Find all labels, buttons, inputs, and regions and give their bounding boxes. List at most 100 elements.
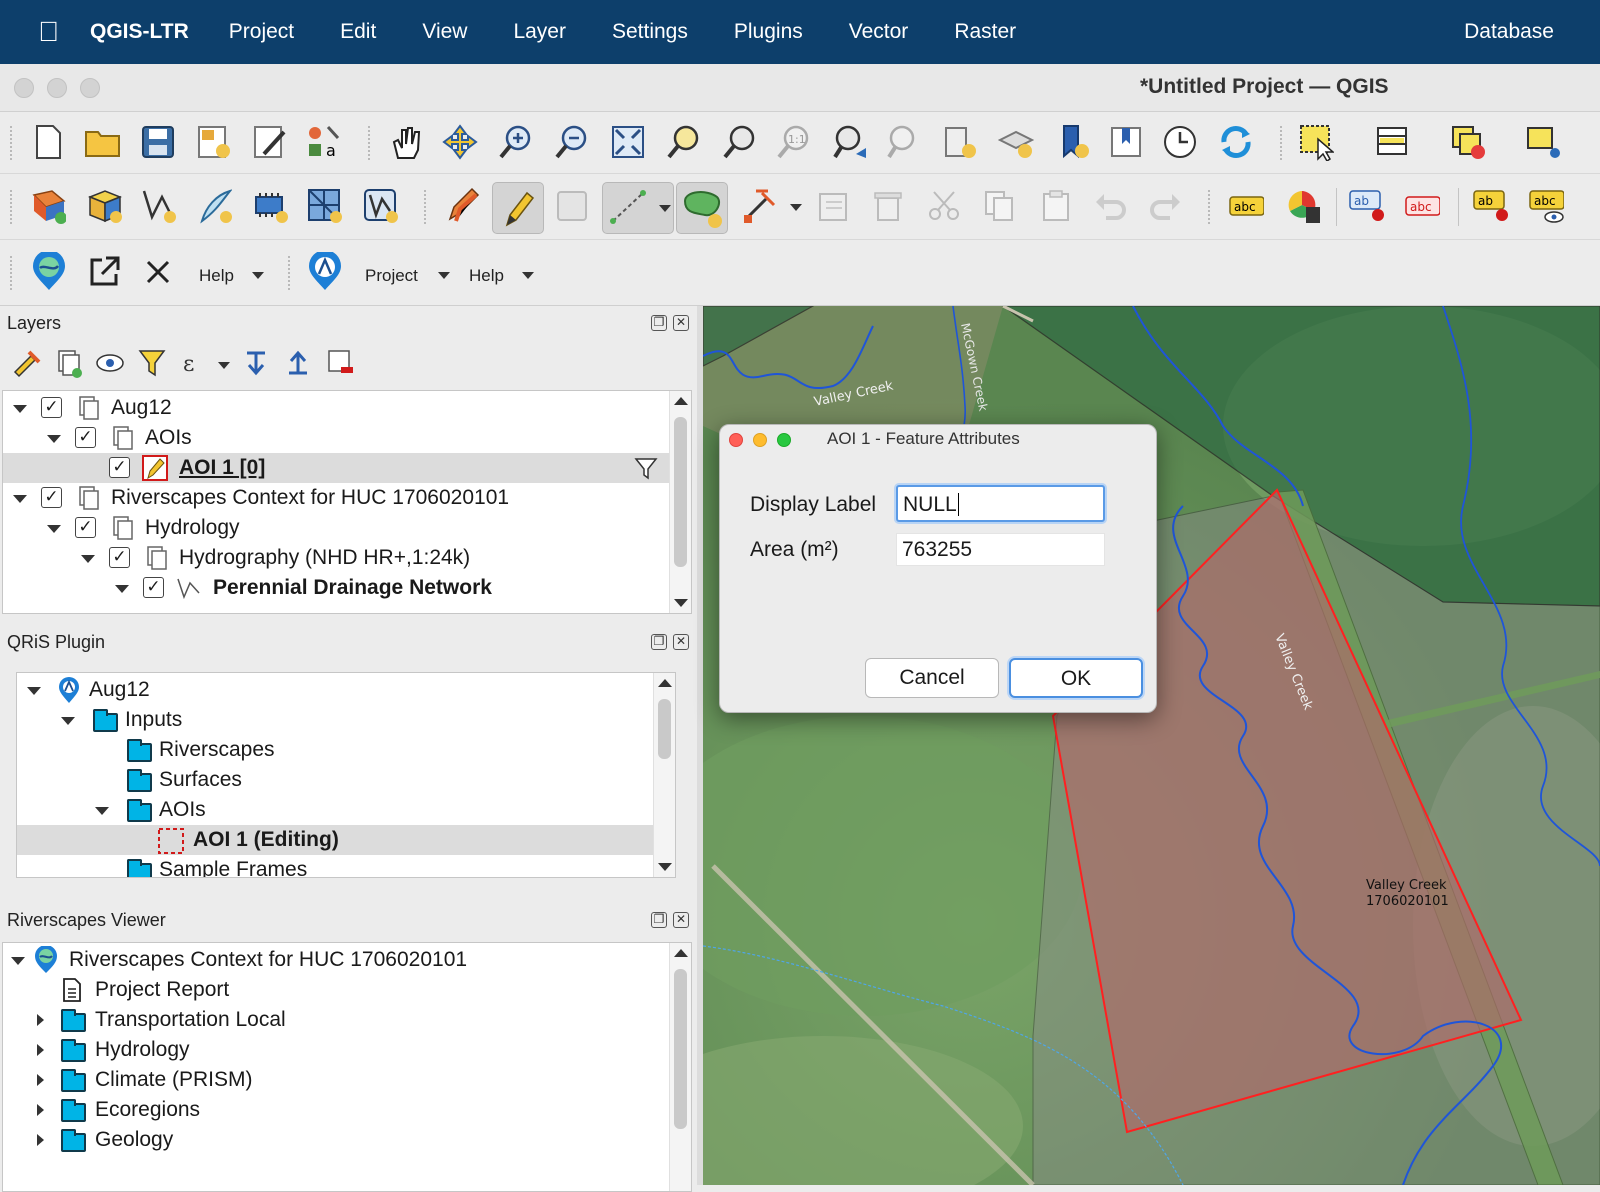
riverscapes-viewer-icon[interactable] bbox=[30, 252, 66, 290]
qris-help-menu-button[interactable]: Help bbox=[469, 266, 504, 286]
riverscapes-transportation[interactable]: Transportation Local bbox=[3, 1005, 691, 1035]
layer-group-aug12[interactable]: ✓ Aug12 bbox=[3, 393, 691, 423]
pin-unpin-labels-icon[interactable]: abc bbox=[1404, 188, 1440, 224]
collapse-arrow-icon[interactable] bbox=[27, 687, 41, 695]
open-external-icon[interactable] bbox=[86, 254, 122, 290]
layer-group-riverscapes-context[interactable]: ✓ Riverscapes Context for HUC 1706020101 bbox=[3, 483, 691, 513]
app-menu[interactable]: QGIS-LTR bbox=[90, 20, 189, 44]
zoom-in-icon[interactable] bbox=[498, 124, 534, 160]
new-mesh-layer-icon[interactable] bbox=[306, 188, 342, 224]
dialog-close-button[interactable] bbox=[729, 433, 743, 447]
layers-scrollbar[interactable] bbox=[669, 391, 691, 613]
menu-database[interactable]: Database bbox=[1464, 20, 1554, 44]
qris-surfaces[interactable]: Surfaces bbox=[17, 765, 675, 795]
layout-manager-icon[interactable] bbox=[252, 124, 288, 160]
cancel-button[interactable]: Cancel bbox=[865, 658, 999, 698]
filter-by-expression-icon[interactable]: ε bbox=[178, 346, 210, 380]
collapse-arrow-icon[interactable] bbox=[81, 555, 95, 563]
layer-visibility-checkbox[interactable]: ✓ bbox=[41, 487, 62, 508]
riverscapes-geology[interactable]: Geology bbox=[3, 1125, 691, 1155]
menu-project[interactable]: Project bbox=[229, 20, 294, 44]
zoom-full-icon[interactable] bbox=[610, 124, 646, 160]
scroll-up-icon[interactable] bbox=[658, 679, 672, 687]
temporal-controller-icon[interactable] bbox=[1162, 124, 1198, 160]
move-label-icon[interactable]: ab bbox=[1472, 188, 1508, 224]
digitize-with-segment-button[interactable] bbox=[602, 182, 674, 234]
show-spatial-bookmarks-icon[interactable] bbox=[1108, 124, 1144, 160]
toolbar-grip[interactable] bbox=[1208, 190, 1212, 224]
remove-layer-icon[interactable] bbox=[324, 346, 356, 380]
collapse-arrow-icon[interactable] bbox=[13, 495, 27, 503]
vertex-tool-icon[interactable] bbox=[742, 188, 778, 224]
toolbar-grip[interactable] bbox=[10, 256, 14, 290]
toolbar-grip[interactable] bbox=[10, 126, 14, 160]
expand-arrow-icon[interactable] bbox=[37, 1134, 44, 1146]
layer-aoi-1[interactable]: ✓ AOI 1 [0] bbox=[3, 453, 691, 483]
layer-group-aois[interactable]: ✓ AOIs bbox=[3, 423, 691, 453]
menu-view[interactable]: View bbox=[422, 20, 467, 44]
layer-diagram-options-icon[interactable] bbox=[1284, 188, 1320, 224]
toolbar-grip[interactable] bbox=[424, 190, 428, 224]
riverscapes-climate[interactable]: Climate (PRISM) bbox=[3, 1065, 691, 1095]
current-edits-icon[interactable] bbox=[444, 187, 480, 224]
new-temporary-layer-icon[interactable] bbox=[196, 188, 232, 224]
riverscapes-project[interactable]: Riverscapes Context for HUC 1706020101 bbox=[3, 945, 691, 975]
project-dropdown-icon[interactable] bbox=[438, 272, 450, 279]
pan-map-icon[interactable] bbox=[388, 124, 424, 160]
expand-all-icon[interactable] bbox=[240, 346, 272, 380]
collapse-arrow-icon[interactable] bbox=[47, 435, 61, 443]
expand-arrow-icon[interactable] bbox=[37, 1044, 44, 1056]
menu-edit[interactable]: Edit bbox=[340, 20, 376, 44]
collapse-all-icon[interactable] bbox=[282, 346, 314, 380]
collapse-arrow-icon[interactable] bbox=[11, 957, 25, 965]
toolbar-grip[interactable] bbox=[10, 190, 14, 224]
add-group-icon[interactable] bbox=[52, 346, 84, 380]
digitize-dropdown-icon[interactable] bbox=[659, 205, 671, 212]
collapse-arrow-icon[interactable] bbox=[95, 807, 109, 815]
qris-aoi-1-editing[interactable]: AOI 1 (Editing) bbox=[17, 825, 675, 855]
expand-arrow-icon[interactable] bbox=[37, 1104, 44, 1116]
menu-plugins[interactable]: Plugins bbox=[734, 20, 803, 44]
help-dropdown-icon[interactable] bbox=[252, 272, 264, 279]
riverscapes-ecoregions[interactable]: Ecoregions bbox=[3, 1095, 691, 1125]
layer-visibility-checkbox[interactable]: ✓ bbox=[109, 547, 130, 568]
toggle-editing-button[interactable] bbox=[492, 182, 544, 234]
layer-group-hydrography[interactable]: ✓ Hydrography (NHD HR+,1:24k) bbox=[3, 543, 691, 573]
data-source-manager-icon[interactable] bbox=[30, 188, 66, 224]
close-panel-icon[interactable]: ✕ bbox=[673, 634, 689, 650]
highlight-pinned-labels-icon[interactable]: ab bbox=[1348, 188, 1384, 224]
open-layer-styling-icon[interactable] bbox=[10, 346, 42, 380]
new-print-layout-icon[interactable] bbox=[196, 124, 232, 160]
collapse-arrow-icon[interactable] bbox=[61, 717, 75, 725]
refresh-icon[interactable] bbox=[1218, 124, 1254, 160]
layer-visibility-checkbox[interactable]: ✓ bbox=[109, 457, 130, 478]
toolbar-grip[interactable] bbox=[288, 256, 292, 290]
scroll-down-icon[interactable] bbox=[658, 863, 672, 871]
vertex-tool-dropdown-icon[interactable] bbox=[790, 204, 802, 211]
riverscapes-hydrology[interactable]: Hydrology bbox=[3, 1035, 691, 1065]
qris-scrollbar[interactable] bbox=[653, 673, 675, 877]
new-bookmark-icon[interactable] bbox=[1056, 124, 1092, 160]
expand-arrow-icon[interactable] bbox=[37, 1014, 44, 1026]
select-by-attribute-icon[interactable] bbox=[1374, 124, 1410, 160]
select-features-icon[interactable] bbox=[1298, 124, 1334, 161]
collapse-arrow-icon[interactable] bbox=[47, 525, 61, 533]
qris-project-menu-button[interactable]: Project bbox=[365, 266, 418, 286]
qris-sample-frames[interactable]: Sample Frames bbox=[17, 855, 675, 877]
zoom-last-icon[interactable] bbox=[832, 124, 868, 160]
menu-vector[interactable]: Vector bbox=[849, 20, 909, 44]
qris-help-dropdown-icon[interactable] bbox=[522, 272, 534, 279]
riverscapes-scrollbar[interactable] bbox=[669, 943, 691, 1191]
area-field[interactable]: 763255 bbox=[896, 533, 1105, 566]
filter-expression-dropdown-icon[interactable] bbox=[218, 362, 230, 369]
layer-visibility-checkbox[interactable]: ✓ bbox=[75, 427, 96, 448]
qris-logo-icon[interactable] bbox=[306, 252, 342, 290]
menu-layer[interactable]: Layer bbox=[513, 20, 566, 44]
zoom-to-selection-icon[interactable] bbox=[666, 124, 702, 160]
style-manager-icon[interactable]: a bbox=[306, 124, 342, 160]
layer-group-hydrology[interactable]: ✓ Hydrology bbox=[3, 513, 691, 543]
new-virtual-layer-icon[interactable] bbox=[252, 188, 288, 224]
collapse-arrow-icon[interactable] bbox=[13, 405, 27, 413]
new-virtual-vector-icon[interactable] bbox=[362, 188, 398, 224]
close-panel-icon[interactable]: ✕ bbox=[673, 315, 689, 331]
